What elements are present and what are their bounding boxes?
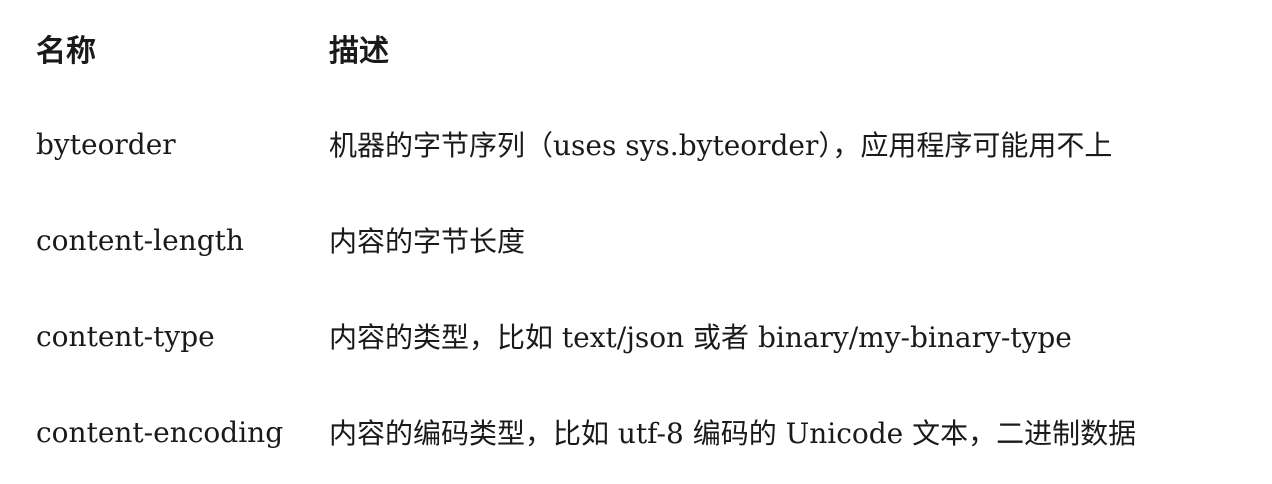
row-description: 内容的编码类型，比如 utf-8 编码的 Unicode 文本，二进制数据: [329, 417, 1137, 450]
header-description: 描述: [329, 34, 389, 69]
row-description: 内容的类型，比如 text/json 或者 binary/my-binary-t…: [329, 321, 1072, 354]
header-name: 名称: [36, 34, 96, 69]
row-name: content-encoding: [36, 415, 284, 449]
row-name: byteorder: [36, 127, 176, 161]
table-row: byteorder 机器的字节序列（uses sys.byteorder），应用…: [36, 96, 1256, 192]
table-row: content-length 内容的字节长度: [36, 192, 1256, 288]
row-name: content-length: [36, 223, 244, 257]
table-header: 名称 描述: [36, 0, 1256, 96]
row-name: content-type: [36, 319, 215, 353]
row-description: 机器的字节序列（uses sys.byteorder），应用程序可能用不上: [329, 129, 1113, 162]
table-row: content-type 内容的类型，比如 text/json 或者 binar…: [36, 288, 1256, 384]
parameter-table: 名称 描述 byteorder 机器的字节序列（uses sys.byteord…: [36, 0, 1256, 480]
row-description: 内容的字节长度: [329, 225, 526, 258]
table-row: content-encoding 内容的编码类型，比如 utf-8 编码的 Un…: [36, 384, 1256, 480]
